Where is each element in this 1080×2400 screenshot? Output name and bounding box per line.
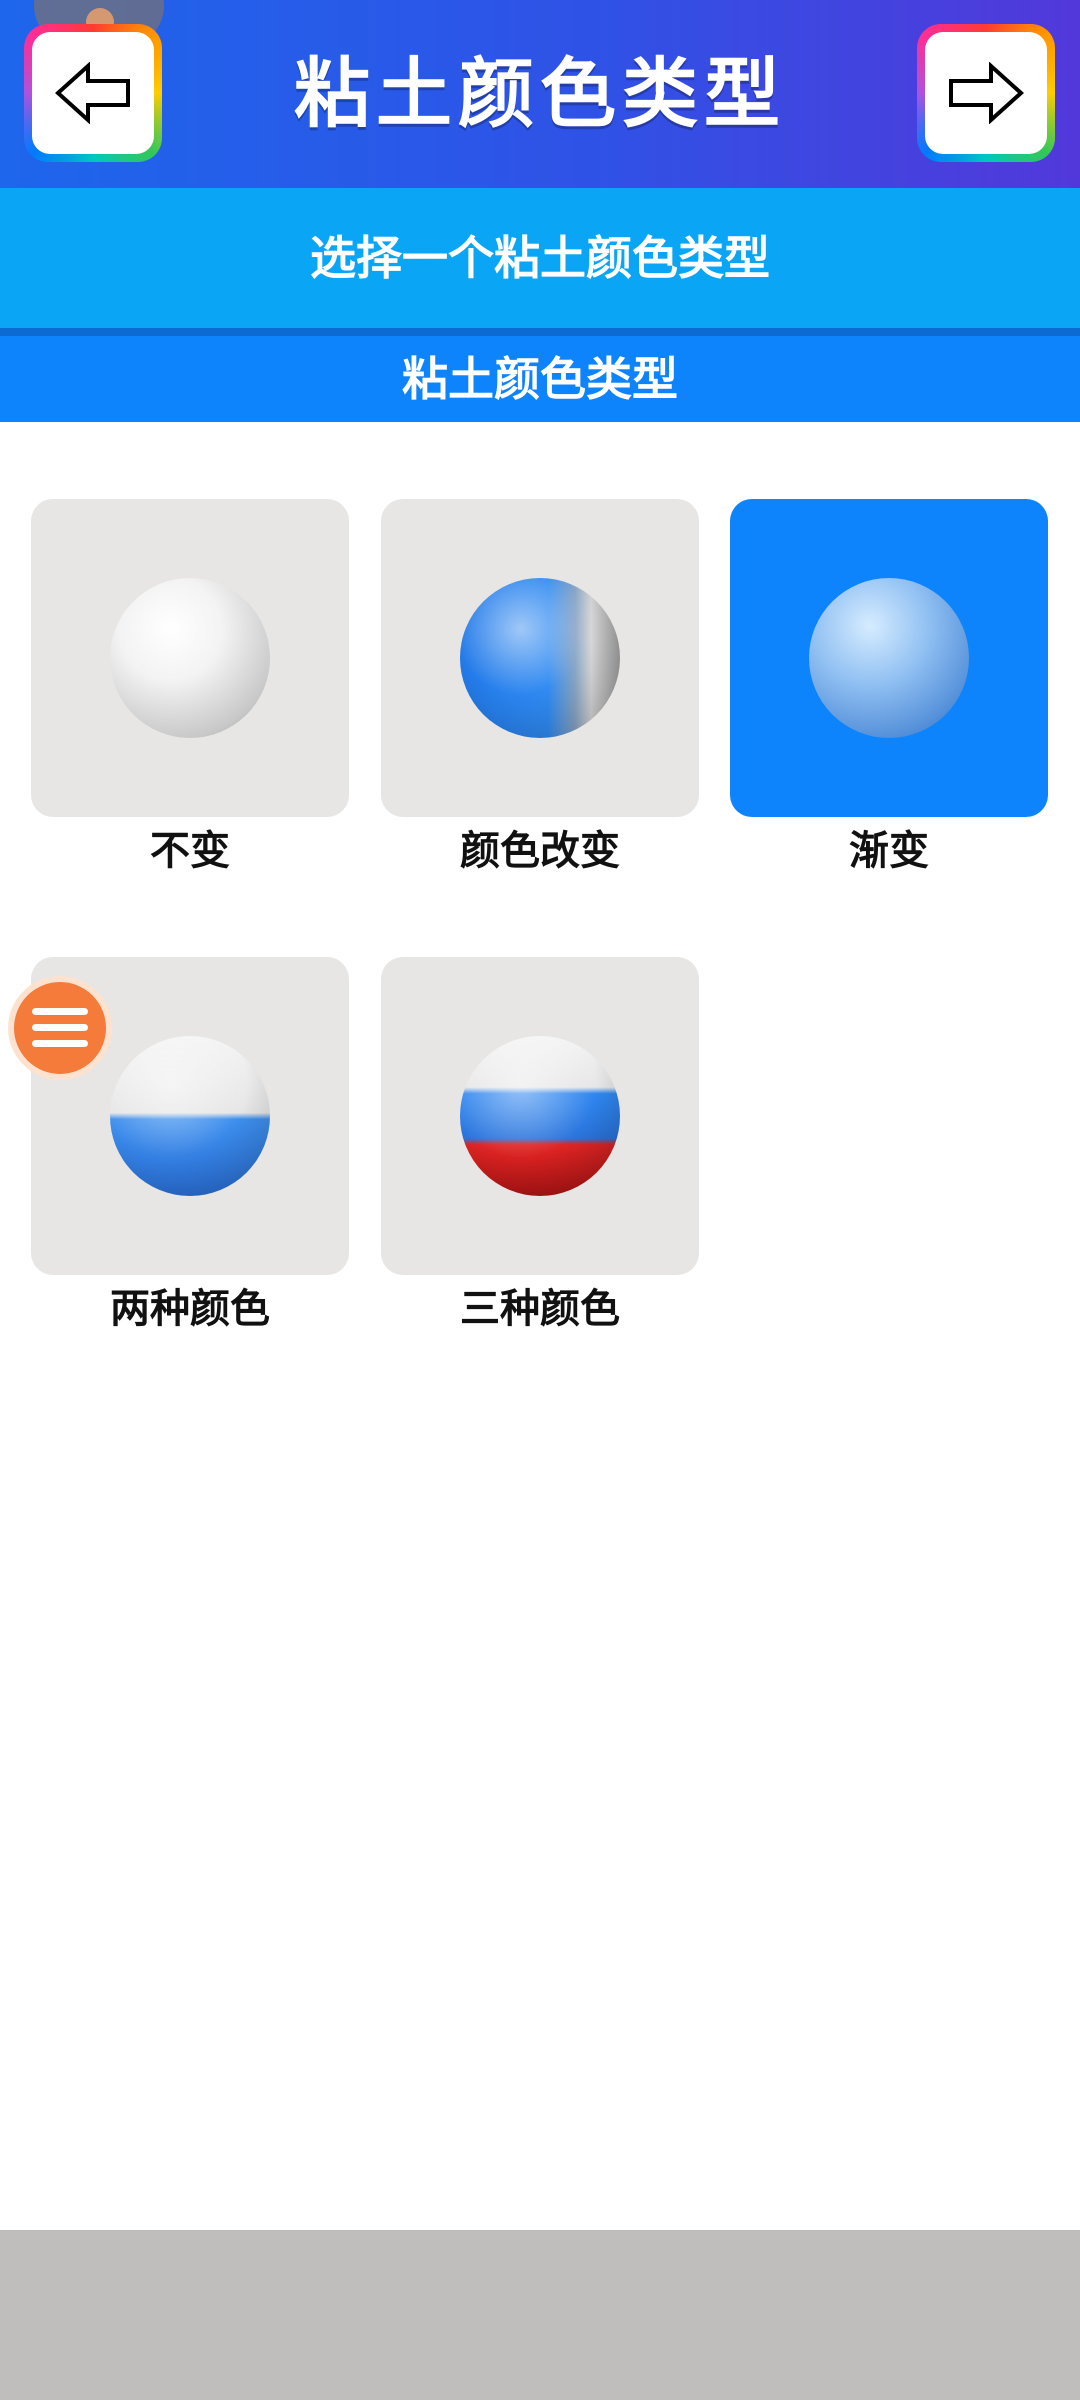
two-color-sphere-icon bbox=[110, 1036, 270, 1196]
option-unchanged[interactable]: 不变 bbox=[31, 499, 349, 879]
gradient-sphere-icon bbox=[809, 578, 969, 738]
option-label: 渐变 bbox=[849, 828, 929, 874]
option-label: 两种颜色 bbox=[110, 1286, 270, 1332]
blue-white-sphere-icon bbox=[460, 578, 620, 738]
divider bbox=[0, 328, 1080, 336]
top-header: 粘土颜色类型 bbox=[0, 0, 1080, 188]
option-label: 不变 bbox=[150, 828, 230, 874]
bottom-bar bbox=[0, 2230, 1080, 2400]
white-sphere-icon bbox=[110, 578, 270, 738]
option-label: 三种颜色 bbox=[460, 1286, 620, 1332]
option-three-colors[interactable]: 三种颜色 bbox=[381, 957, 699, 1337]
back-button[interactable] bbox=[24, 24, 162, 162]
arrow-right-icon bbox=[949, 62, 1024, 124]
instruction-banner: 选择一个粘土颜色类型 bbox=[0, 188, 1080, 328]
option-gradient[interactable]: 渐变 bbox=[730, 499, 1048, 879]
section-title: 粘土颜色类型 bbox=[0, 336, 1080, 422]
next-button[interactable] bbox=[917, 24, 1055, 162]
option-color-change[interactable]: 颜色改变 bbox=[381, 499, 699, 879]
option-label: 颜色改变 bbox=[460, 828, 620, 874]
hamburger-menu-icon bbox=[32, 1008, 88, 1047]
three-color-sphere-icon bbox=[460, 1036, 620, 1196]
floating-menu-button[interactable] bbox=[8, 976, 112, 1080]
arrow-left-icon bbox=[55, 62, 130, 124]
